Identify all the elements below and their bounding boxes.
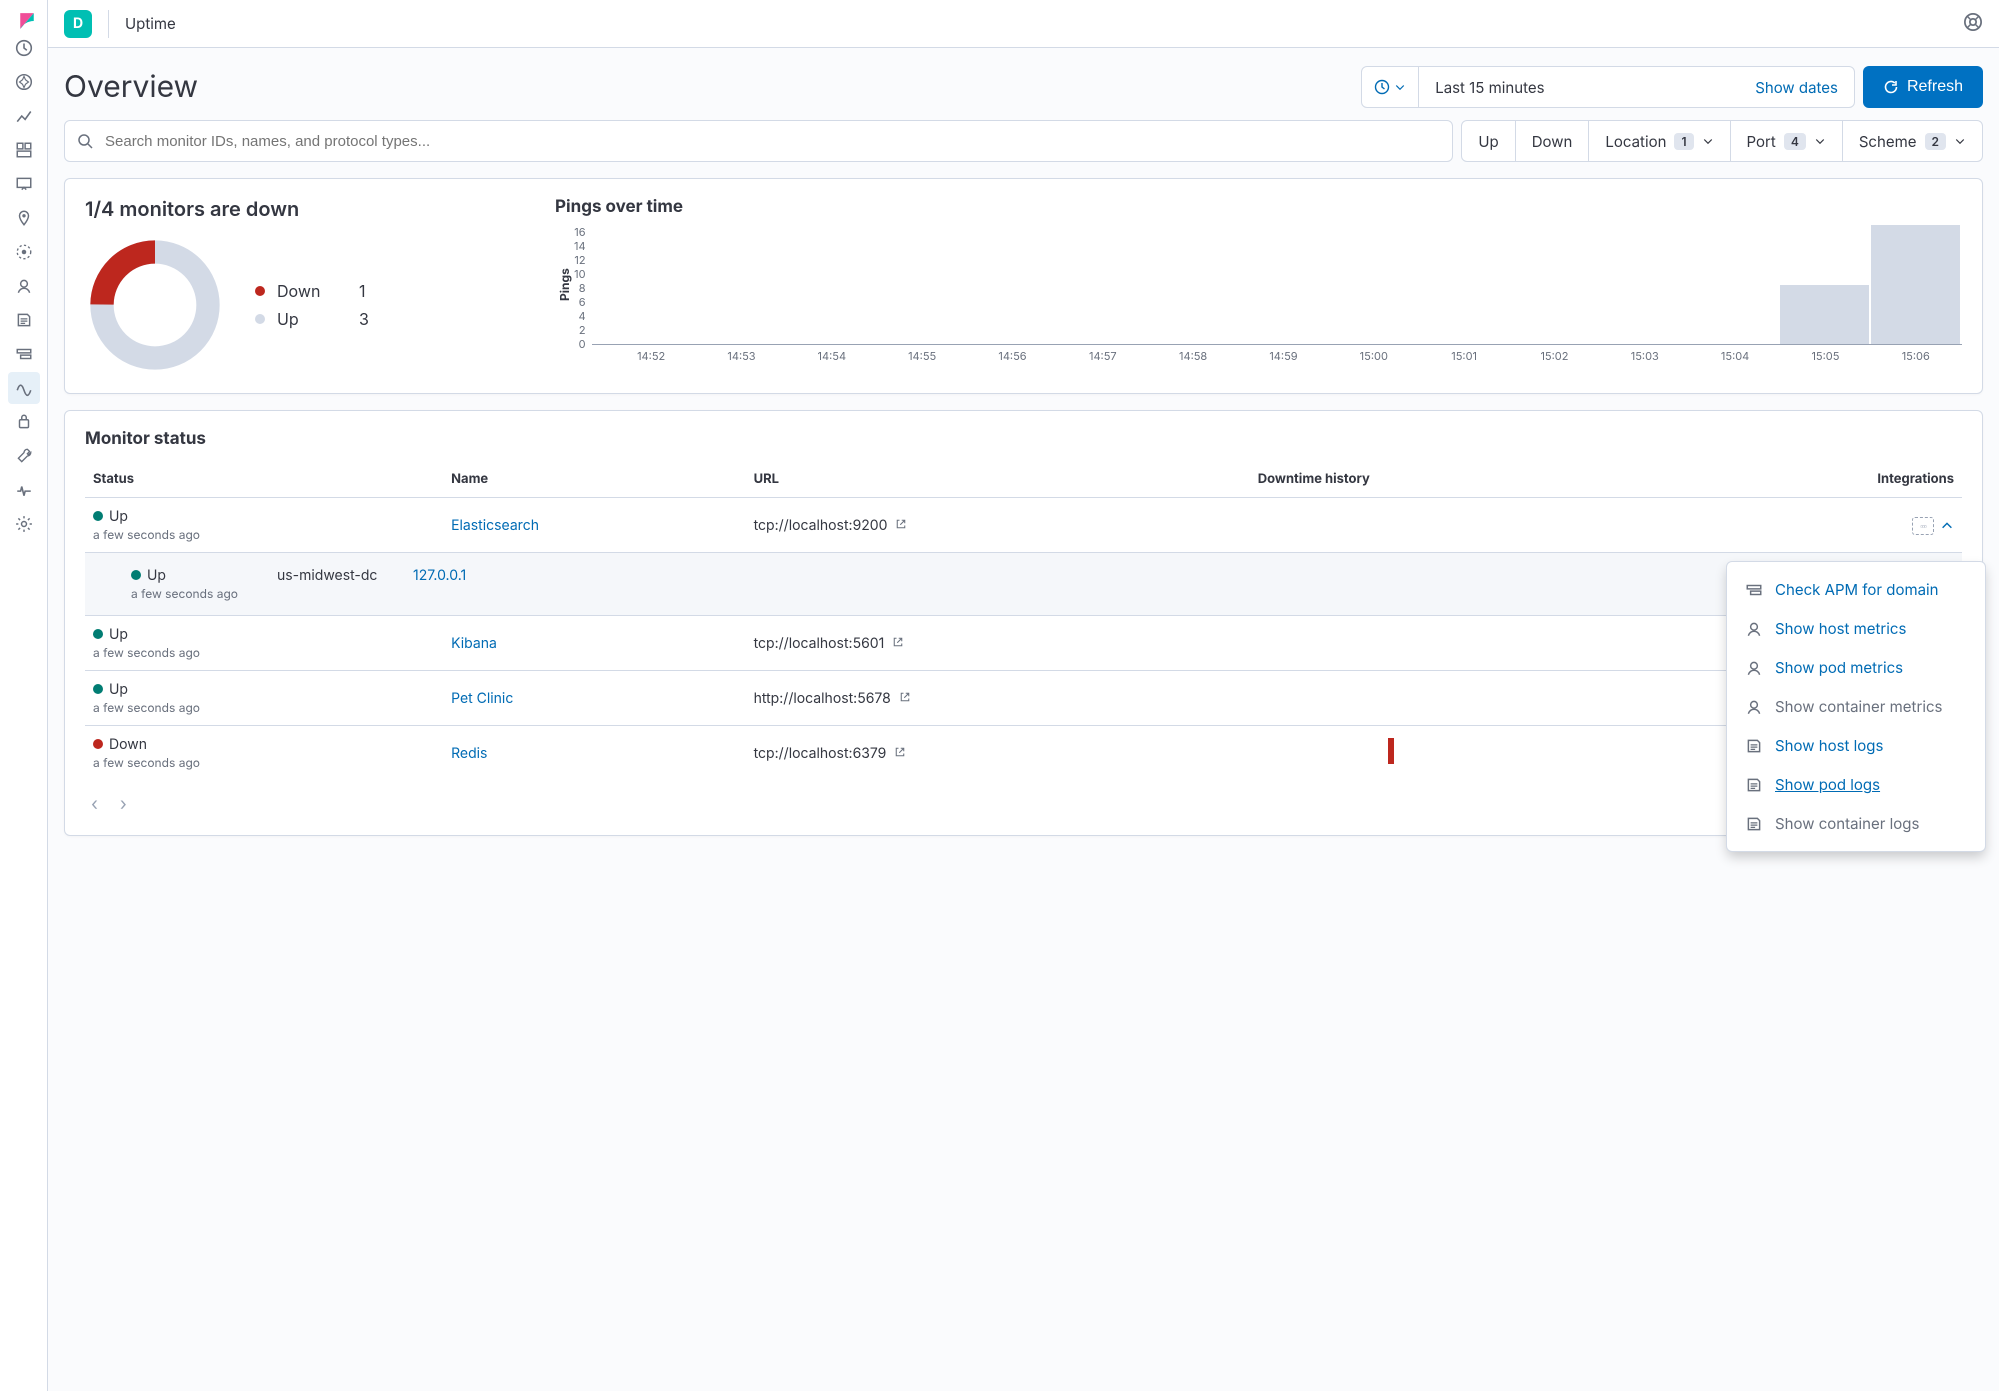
filter-down-button[interactable]: Down <box>1515 121 1589 161</box>
popover-item[interactable]: Show host logs <box>1727 726 1985 765</box>
external-link-icon[interactable] <box>894 746 906 758</box>
nav-discover-icon[interactable] <box>8 66 40 98</box>
filter-scheme-button[interactable]: Scheme2 <box>1842 121 1982 161</box>
table-row[interactable]: Upa few seconds agoElasticsearchtcp://lo… <box>85 498 1962 553</box>
popover-item: Show container logs <box>1727 804 1985 843</box>
summary-headline: 1/4 monitors are down <box>85 197 515 221</box>
monitor-status-panel: Monitor status Status Name URL Downtime … <box>64 410 1983 836</box>
chart-title: Pings over time <box>555 197 1962 217</box>
nav-visualize-icon[interactable] <box>8 100 40 132</box>
nav-dashboard-icon[interactable] <box>8 134 40 166</box>
nav-ml-icon[interactable] <box>8 236 40 268</box>
page-prev-button[interactable]: ‹ <box>91 794 98 815</box>
space-selector[interactable]: D <box>64 10 92 38</box>
ip-link[interactable]: 127.0.0.1 <box>413 567 466 584</box>
search-icon <box>77 133 93 149</box>
monitor-name-link[interactable]: Pet Clinic <box>451 690 513 707</box>
table-row[interactable]: Downa few seconds agoRedistcp://localhos… <box>85 726 1962 781</box>
legend-down: Down 1 <box>255 281 389 301</box>
table-title: Monitor status <box>85 429 1962 449</box>
table-row[interactable]: Upa few seconds agoKibanatcp://localhost… <box>85 616 1962 671</box>
nav-maps-icon[interactable] <box>8 202 40 234</box>
top-bar: D Uptime <box>48 0 1999 48</box>
nav-monitoring-icon[interactable] <box>8 474 40 506</box>
th-status[interactable]: Status <box>85 461 443 498</box>
refresh-button[interactable]: Refresh <box>1863 66 1983 108</box>
external-link-icon[interactable] <box>899 691 911 703</box>
monitor-name-link[interactable]: Redis <box>451 745 487 762</box>
th-downtime[interactable]: Downtime history <box>1250 461 1693 498</box>
monitor-name-link[interactable]: Kibana <box>451 635 497 652</box>
nav-logs-icon[interactable] <box>8 304 40 336</box>
date-range-button[interactable]: Last 15 minutes <box>1419 67 1739 107</box>
th-integrations[interactable]: Integrations <box>1692 461 1962 498</box>
filter-location-button[interactable]: Location1 <box>1588 121 1729 161</box>
quick-select-button[interactable] <box>1362 67 1419 107</box>
monitor-table: Status Name URL Downtime history Integra… <box>85 461 1962 780</box>
kibana-logo-icon[interactable] <box>12 6 36 30</box>
popover-item[interactable]: Check APM for domain <box>1727 570 1985 609</box>
side-nav <box>0 0 48 1391</box>
nav-canvas-icon[interactable] <box>8 168 40 200</box>
chevron-down-icon <box>1954 135 1966 147</box>
nav-recent-icon[interactable] <box>8 32 40 64</box>
status-filter-group: Up Down Location1 Port4 Scheme2 <box>1461 120 1983 162</box>
chart-x-axis: 14:5214:5314:5414:5514:5614:5714:5814:59… <box>605 345 1962 363</box>
monitor-name-link[interactable]: Elasticsearch <box>451 517 539 534</box>
popover-item[interactable]: Show pod metrics <box>1727 648 1985 687</box>
search-input[interactable] <box>103 132 1440 151</box>
filter-up-button[interactable]: Up <box>1462 121 1514 161</box>
integrations-button[interactable]: ▫▫▫ <box>1912 517 1934 535</box>
donut-chart <box>85 235 225 375</box>
popover-item[interactable]: Show host metrics <box>1727 609 1985 648</box>
filter-port-button[interactable]: Port4 <box>1730 121 1842 161</box>
page-title: Overview <box>64 69 1353 105</box>
table-row[interactable]: Upa few seconds agoPet Clinichttp://loca… <box>85 671 1962 726</box>
show-dates-button[interactable]: Show dates <box>1739 67 1854 107</box>
help-icon[interactable] <box>1963 12 1983 36</box>
chart-ylabel: Pings <box>555 225 574 345</box>
popover-item: Show container metrics <box>1727 687 1985 726</box>
table-row-expanded: Upa few seconds agous-midwest-dc127.0.0.… <box>85 553 1962 616</box>
chevron-down-icon <box>1814 135 1826 147</box>
nav-management-icon[interactable] <box>8 508 40 540</box>
th-url[interactable]: URL <box>746 461 1250 498</box>
summary-panel: 1/4 monitors are down Down 1 <box>64 178 1983 394</box>
th-name[interactable]: Name <box>443 461 745 498</box>
chart-plot <box>592 225 1962 345</box>
popover-item[interactable]: Show pod logs <box>1727 765 1985 804</box>
nav-devtools-icon[interactable] <box>8 440 40 472</box>
integrations-popover: Check APM for domainShow host metricsSho… <box>1726 561 1986 852</box>
external-link-icon[interactable] <box>895 518 907 530</box>
downtime-bar <box>1388 738 1394 764</box>
expand-toggle-icon[interactable] <box>1940 519 1954 533</box>
legend-up: Up 3 <box>255 309 389 329</box>
chart-y-axis: 1614121086420 <box>574 225 592 345</box>
date-picker: Last 15 minutes Show dates <box>1361 66 1855 108</box>
search-input-wrapper <box>64 120 1453 162</box>
external-link-icon[interactable] <box>892 636 904 648</box>
refresh-icon <box>1883 79 1899 95</box>
nav-uptime-icon[interactable] <box>8 372 40 404</box>
nav-siem-icon[interactable] <box>8 406 40 438</box>
nav-apm-icon[interactable] <box>8 338 40 370</box>
page-next-button[interactable]: › <box>120 794 127 815</box>
chevron-down-icon <box>1702 135 1714 147</box>
chevron-down-icon <box>1394 81 1406 93</box>
breadcrumb[interactable]: Uptime <box>125 14 176 33</box>
nav-infra-icon[interactable] <box>8 270 40 302</box>
